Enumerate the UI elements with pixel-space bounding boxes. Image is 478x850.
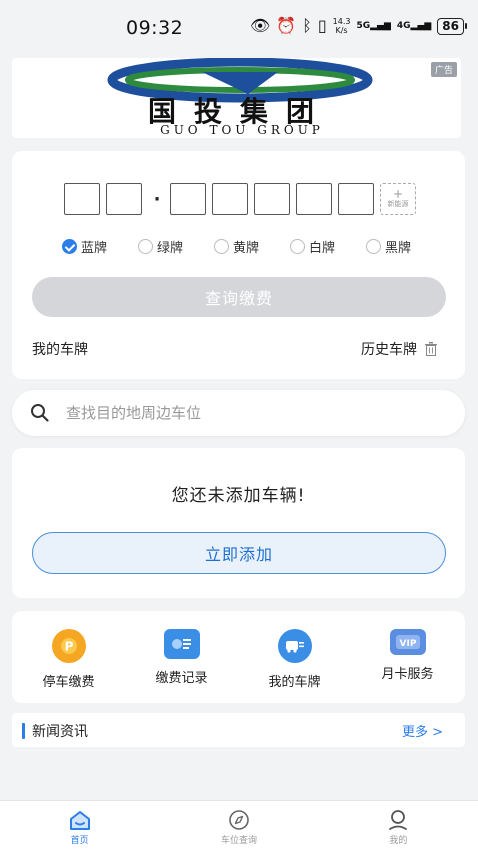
monthly-card-icon: VIP <box>389 629 426 655</box>
bluetooth-icon: ᛒ <box>302 16 312 35</box>
network-speed: 14.3 K/s <box>332 17 351 35</box>
plate-char-5[interactable] <box>254 183 290 215</box>
new-energy-plate-box[interactable]: + 新能源 <box>380 183 416 215</box>
svg-text:VIP: VIP <box>399 639 416 649</box>
battery-icon: 86 <box>437 17 467 35</box>
service-label: 月卡服务 <box>381 667 434 682</box>
new-energy-label: 新能源 <box>387 200 409 208</box>
profile-icon <box>389 810 408 830</box>
history-plates-link[interactable]: 历史车牌 <box>361 339 437 359</box>
radio-icon[interactable] <box>290 239 305 254</box>
tab-label: 我的 <box>389 836 408 846</box>
plate-char-4[interactable] <box>212 183 248 215</box>
plate-color-yellow[interactable]: 黄牌 <box>214 237 290 256</box>
search-input[interactable] <box>66 401 446 425</box>
service-my-car[interactable]: 我的车牌 <box>238 611 351 703</box>
status-time: 09:32 <box>126 17 184 39</box>
bottom-tab-bar: 首页 车位查询 我的 <box>0 800 478 850</box>
my-plates-link[interactable]: 我的车牌 <box>32 339 88 359</box>
radio-icon[interactable] <box>138 239 153 254</box>
service-label: 缴费记录 <box>155 671 208 686</box>
payment-record-icon <box>163 629 200 659</box>
services-grid: P 停车缴费 缴费记录 我的车牌 VIP 月卡服务 <box>12 611 465 703</box>
vehicle-card: 您还未添加车辆! 立即添加 <box>12 448 465 598</box>
ad-banner[interactable]: 国投集团 GUO TOU GROUP 广告 <box>12 58 461 138</box>
signal-4g-icon: 4G▂▄▆ <box>396 21 432 31</box>
search-icon <box>31 404 49 422</box>
plate-color-black[interactable]: 黑牌 <box>366 237 442 256</box>
service-parking-pay[interactable]: P 停车缴费 <box>12 611 125 703</box>
vibrate-icon: ▯ <box>317 16 327 35</box>
tab-label: 车位查询 <box>220 836 257 846</box>
tab-parking-search[interactable]: 车位查询 <box>159 801 318 850</box>
plus-icon: + <box>392 187 404 201</box>
eye-icon: 👁 <box>249 16 271 35</box>
no-vehicle-message: 您还未添加车辆! <box>171 486 306 506</box>
compass-icon <box>229 810 249 830</box>
destination-search-bar[interactable] <box>12 390 465 436</box>
query-payment-button[interactable]: 查询缴费 <box>32 277 446 317</box>
plate-char-7[interactable] <box>338 183 374 215</box>
plate-query-card: · + 新能源 蓝牌 绿牌 黄牌 白牌 黑牌 查询缴费 我的车牌 历史车牌 <box>12 151 465 379</box>
tab-home[interactable]: 首页 <box>0 801 159 850</box>
parking-coin-icon: P <box>51 629 86 663</box>
plate-char-2[interactable] <box>106 183 142 215</box>
svg-text:P: P <box>64 640 73 654</box>
radio-icon[interactable] <box>214 239 229 254</box>
trash-icon[interactable] <box>425 342 437 356</box>
service-label: 我的车牌 <box>268 675 321 690</box>
add-vehicle-button[interactable]: 立即添加 <box>32 532 446 574</box>
plate-char-6[interactable] <box>296 183 332 215</box>
plate-color-blue[interactable]: 蓝牌 <box>62 237 138 256</box>
plate-input-row: · + 新能源 <box>64 183 416 215</box>
plate-separator: · <box>153 188 161 210</box>
plate-char-3[interactable] <box>170 183 206 215</box>
radio-checked-icon[interactable] <box>62 239 77 254</box>
signal-5g-icon: 5G▂▄▆ <box>356 21 391 31</box>
news-section-header: 新闻资讯 更多 > <box>12 713 465 747</box>
plate-color-green[interactable]: 绿牌 <box>138 237 214 256</box>
alarm-icon: ⏰ <box>276 16 297 35</box>
news-more-link[interactable]: 更多 > <box>402 721 443 740</box>
service-label: 停车缴费 <box>42 675 95 690</box>
status-icons: 👁 ⏰ ᛒ ▯ 14.3 K/s 5G▂▄▆ 4G▂▄▆ 86 <box>249 16 467 35</box>
news-title: 新闻资讯 <box>32 724 88 740</box>
svg-text:GUO TOU GROUP: GUO TOU GROUP <box>160 123 324 137</box>
service-payment-record[interactable]: 缴费记录 <box>125 611 238 703</box>
plate-char-1[interactable] <box>64 183 100 215</box>
my-car-icon <box>277 629 312 663</box>
service-monthly-card[interactable]: VIP 月卡服务 <box>351 611 464 703</box>
home-icon <box>69 811 90 830</box>
section-accent-bar <box>22 723 25 739</box>
tab-profile[interactable]: 我的 <box>319 801 478 850</box>
radio-icon[interactable] <box>366 239 381 254</box>
plate-color-selector: 蓝牌 绿牌 黄牌 白牌 黑牌 <box>62 237 442 256</box>
plate-color-white[interactable]: 白牌 <box>290 237 366 256</box>
tab-label: 首页 <box>70 836 89 846</box>
ad-tag: 广告 <box>430 62 457 77</box>
status-bar: 09:32 👁 ⏰ ᛒ ▯ 14.3 K/s 5G▂▄▆ 4G▂▄▆ 86 <box>0 0 478 56</box>
guotou-logo: 国投集团 GUO TOU GROUP <box>107 58 373 137</box>
